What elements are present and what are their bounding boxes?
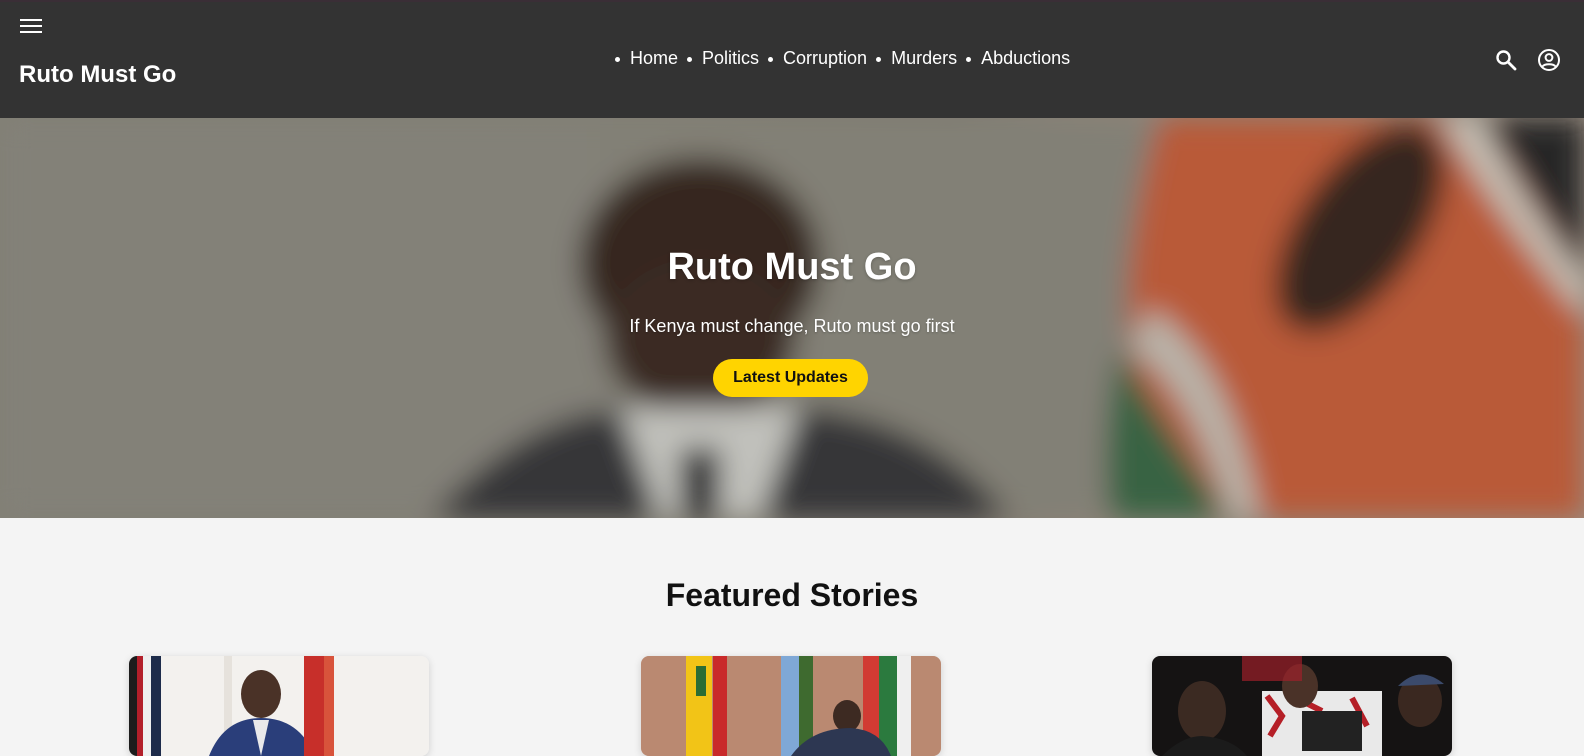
featured-card-2[interactable] bbox=[641, 656, 941, 756]
signing-ceremony-photo bbox=[641, 656, 941, 756]
site-brand[interactable]: Ruto Must Go bbox=[19, 61, 176, 89]
hero-banner: Ruto Must Go If Kenya must change, Ruto … bbox=[0, 118, 1584, 518]
bullet bbox=[615, 57, 620, 62]
search-icon[interactable] bbox=[1494, 48, 1518, 72]
nav-link-murders[interactable]: Murders bbox=[891, 48, 957, 69]
nav-item-corruption: Corruption bbox=[768, 48, 867, 69]
hero-title: Ruto Must Go bbox=[667, 246, 917, 288]
president-portrait-photo bbox=[129, 656, 429, 756]
nav-link-home[interactable]: Home bbox=[630, 48, 678, 69]
nav-link-politics[interactable]: Politics bbox=[702, 48, 759, 69]
nav-item-abductions: Abductions bbox=[966, 48, 1070, 69]
nav-link-corruption[interactable]: Corruption bbox=[783, 48, 867, 69]
main-nav: Home Politics Corruption Murders Abducti… bbox=[615, 48, 1079, 69]
nav-item-home: Home bbox=[615, 48, 678, 69]
bullet bbox=[687, 57, 693, 62]
bullet bbox=[768, 57, 774, 62]
featured-card-1[interactable] bbox=[129, 656, 429, 756]
protest-crowd-photo bbox=[1152, 656, 1452, 756]
nav-item-politics: Politics bbox=[687, 48, 759, 69]
featured-stories-heading: Featured Stories bbox=[665, 577, 919, 613]
nav-item-murders: Murders bbox=[876, 48, 957, 69]
bullet bbox=[966, 57, 972, 62]
menu-icon[interactable] bbox=[19, 16, 43, 36]
account-circle-icon[interactable] bbox=[1537, 48, 1561, 72]
nav-link-abductions[interactable]: Abductions bbox=[981, 48, 1070, 69]
top-navigation-bar: Ruto Must Go Home Politics Corruption Mu… bbox=[0, 0, 1584, 118]
hero-subtitle: If Kenya must change, Ruto must go first bbox=[629, 316, 955, 336]
featured-card-3[interactable] bbox=[1152, 656, 1452, 756]
latest-updates-button[interactable]: Latest Updates bbox=[713, 359, 868, 397]
bullet bbox=[876, 57, 882, 62]
